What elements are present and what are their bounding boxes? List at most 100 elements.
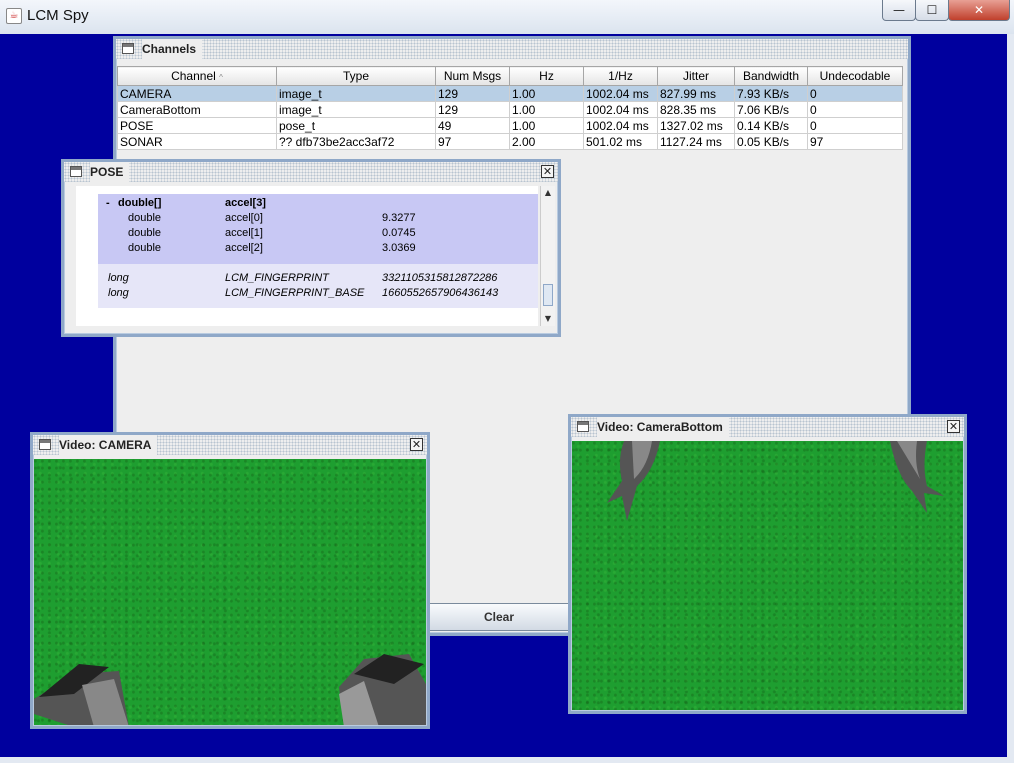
channels-frame-titlebar[interactable]: Channels bbox=[116, 39, 908, 59]
column-header-channel[interactable]: Channel ^ bbox=[117, 66, 277, 86]
cell-jitter: 1127.24 ms bbox=[657, 133, 735, 150]
cell-bandwidth: 0.14 KB/s bbox=[734, 117, 808, 134]
java-app-icon: ☕ bbox=[6, 8, 22, 24]
video-bottom-frame[interactable]: Video: CameraBottom ✕ bbox=[568, 414, 967, 714]
cell-num-msgs: 129 bbox=[435, 85, 510, 102]
window-right-border bbox=[1007, 34, 1014, 763]
close-button[interactable]: ✕ bbox=[948, 0, 1010, 21]
field-value: 0.0745 bbox=[382, 227, 416, 239]
column-header-jitter[interactable]: Jitter bbox=[657, 66, 735, 86]
window-bottom-border bbox=[0, 757, 1014, 763]
field-name: LCM_FINGERPRINT bbox=[225, 272, 329, 284]
channels-frame-title: Channels bbox=[142, 39, 203, 59]
column-header-bandwidth[interactable]: Bandwidth bbox=[734, 66, 808, 86]
cell-channel: SONAR bbox=[117, 133, 277, 150]
scrollbar-thumb[interactable] bbox=[543, 284, 553, 306]
cell-hz: 1.00 bbox=[509, 85, 584, 102]
robot-claw-illustration bbox=[34, 654, 426, 725]
video-bottom-title: Video: CameraBottom bbox=[597, 417, 729, 437]
sort-indicator-icon: ^ bbox=[219, 73, 223, 82]
pose-frame-title: POSE bbox=[90, 162, 130, 182]
robot-legs-illustration bbox=[607, 441, 944, 521]
field-name: accel[2] bbox=[225, 242, 263, 254]
cell-period: 1002.04 ms bbox=[583, 117, 658, 134]
cell-num-msgs: 49 bbox=[435, 117, 510, 134]
maximize-button[interactable]: ☐ bbox=[915, 0, 949, 21]
close-icon[interactable]: ✕ bbox=[410, 438, 423, 451]
cell-type: image_t bbox=[276, 85, 436, 102]
cell-channel: CAMERA bbox=[117, 85, 277, 102]
field-type: long bbox=[108, 272, 129, 284]
field-name: accel[0] bbox=[225, 212, 263, 224]
field-name: accel[3] bbox=[225, 197, 266, 209]
minimize-button[interactable]: — bbox=[882, 0, 916, 21]
cell-hz: 1.00 bbox=[509, 117, 584, 134]
vertical-scrollbar[interactable]: ▲ ▼ bbox=[540, 186, 555, 326]
table-row[interactable]: CameraBottom image_t 129 1.00 1002.04 ms… bbox=[117, 101, 903, 118]
field-type: double bbox=[128, 242, 162, 254]
cell-bandwidth: 7.06 KB/s bbox=[734, 101, 808, 118]
frame-window-icon bbox=[39, 439, 51, 450]
cell-num-msgs: 129 bbox=[435, 101, 510, 118]
accel-array-block: - double[] accel[3] double accel[0] 9.32… bbox=[98, 194, 538, 264]
column-header-type[interactable]: Type bbox=[276, 66, 436, 86]
field-name: accel[1] bbox=[225, 227, 263, 239]
scroll-down-icon[interactable]: ▼ bbox=[541, 312, 555, 326]
field-type: double bbox=[128, 227, 162, 239]
channels-table[interactable]: Channel ^ Type Num Msgs Hz 1/Hz Jitter B… bbox=[117, 66, 903, 150]
cell-type: ?? dfb73be2acc3af72 bbox=[276, 133, 436, 150]
table-header-row: Channel ^ Type Num Msgs Hz 1/Hz Jitter B… bbox=[117, 66, 903, 86]
column-header-hz[interactable]: Hz bbox=[509, 66, 584, 86]
column-header-period[interactable]: 1/Hz bbox=[583, 66, 658, 86]
pose-frame[interactable]: POSE ✕ - double[] accel[3] double accel[… bbox=[61, 159, 561, 337]
cell-period: 1002.04 ms bbox=[583, 85, 658, 102]
cell-period: 1002.04 ms bbox=[583, 101, 658, 118]
window-titlebar: ☕ LCM Spy — ☐ ✕ bbox=[0, 0, 1014, 35]
column-header-num-msgs[interactable]: Num Msgs bbox=[435, 66, 510, 86]
frame-window-icon bbox=[122, 43, 134, 54]
cell-bandwidth: 0.05 KB/s bbox=[734, 133, 808, 150]
video-camera-frame[interactable]: Video: CAMERA ✕ bbox=[30, 432, 430, 729]
column-header-undecodable[interactable]: Undecodable bbox=[807, 66, 903, 86]
pose-message-view: - double[] accel[3] double accel[0] 9.32… bbox=[76, 186, 538, 326]
cell-type: image_t bbox=[276, 101, 436, 118]
frame-window-icon bbox=[70, 166, 82, 177]
collapse-toggle[interactable]: - bbox=[106, 197, 110, 209]
cell-channel: POSE bbox=[117, 117, 277, 134]
clear-button[interactable]: Clear bbox=[428, 603, 570, 631]
cell-hz: 1.00 bbox=[509, 101, 584, 118]
close-icon[interactable]: ✕ bbox=[541, 165, 554, 178]
cell-undecodable: 0 bbox=[807, 117, 903, 134]
table-row[interactable]: SONAR ?? dfb73be2acc3af72 97 2.00 501.02… bbox=[117, 133, 903, 150]
cell-undecodable: 0 bbox=[807, 101, 903, 118]
cell-type: pose_t bbox=[276, 117, 436, 134]
cell-bandwidth: 7.93 KB/s bbox=[734, 85, 808, 102]
cell-jitter: 827.99 ms bbox=[657, 85, 735, 102]
pose-frame-titlebar[interactable]: POSE ✕ bbox=[64, 162, 558, 182]
cell-undecodable: 0 bbox=[807, 85, 903, 102]
cell-undecodable: 97 bbox=[807, 133, 903, 150]
field-type: long bbox=[108, 287, 129, 299]
cell-period: 501.02 ms bbox=[583, 133, 658, 150]
cell-jitter: 1327.02 ms bbox=[657, 117, 735, 134]
close-icon[interactable]: ✕ bbox=[947, 420, 960, 433]
fingerprint-block: long LCM_FINGERPRINT 3321105315812872286… bbox=[98, 264, 538, 308]
table-row[interactable]: POSE pose_t 49 1.00 1002.04 ms 1327.02 m… bbox=[117, 117, 903, 134]
camera-bottom-video-image bbox=[572, 441, 963, 710]
frame-window-icon bbox=[577, 421, 589, 432]
field-value: 3321105315812872286 bbox=[382, 272, 498, 284]
cell-hz: 2.00 bbox=[509, 133, 584, 150]
field-type: double bbox=[128, 212, 162, 224]
cell-num-msgs: 97 bbox=[435, 133, 510, 150]
cell-jitter: 828.35 ms bbox=[657, 101, 735, 118]
field-type: double[] bbox=[118, 197, 162, 209]
table-row[interactable]: CAMERA image_t 129 1.00 1002.04 ms 827.9… bbox=[117, 85, 903, 102]
scroll-up-icon[interactable]: ▲ bbox=[541, 186, 555, 200]
field-value: 9.3277 bbox=[382, 212, 416, 224]
field-value: 3.0369 bbox=[382, 242, 416, 254]
cell-channel: CameraBottom bbox=[117, 101, 277, 118]
video-camera-titlebar[interactable]: Video: CAMERA ✕ bbox=[33, 435, 427, 455]
field-name: LCM_FINGERPRINT_BASE bbox=[225, 287, 365, 299]
camera-video-image bbox=[34, 459, 426, 725]
video-bottom-titlebar[interactable]: Video: CameraBottom ✕ bbox=[571, 417, 964, 437]
